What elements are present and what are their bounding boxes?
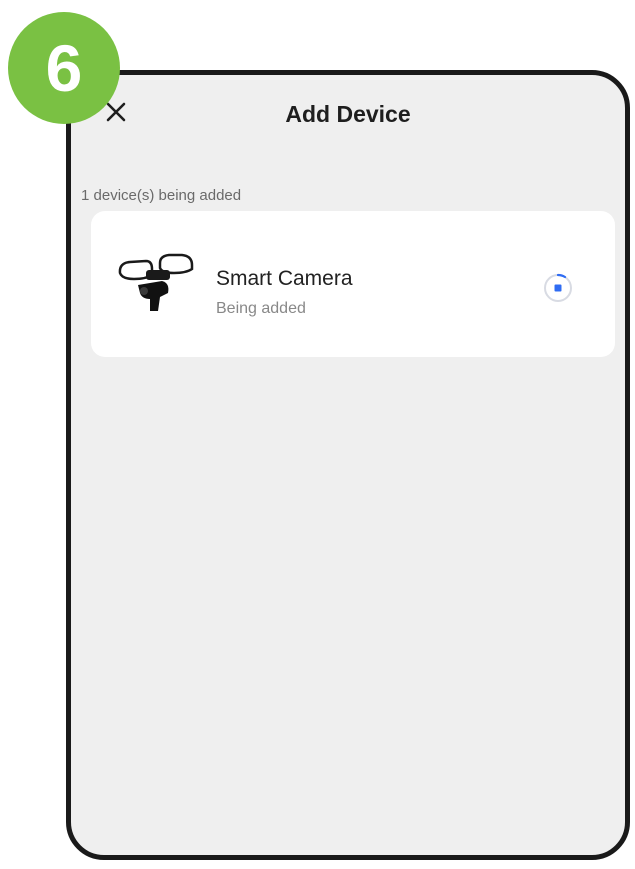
- step-number-badge: 6: [8, 12, 120, 124]
- loading-spinner-icon: [544, 273, 572, 302]
- device-name: Smart Camera: [216, 267, 353, 290]
- phone-screen: Add Device 1 device(s) being added Smart…: [66, 70, 630, 860]
- devices-adding-count: 1 device(s) being added: [81, 187, 242, 204]
- header: Add Device: [71, 75, 625, 155]
- page-title: Add Device: [285, 101, 411, 127]
- floodlight-camera-icon: [118, 253, 194, 311]
- device-status: Being added: [216, 300, 306, 317]
- device-card: Smart Camera Being added: [91, 211, 615, 357]
